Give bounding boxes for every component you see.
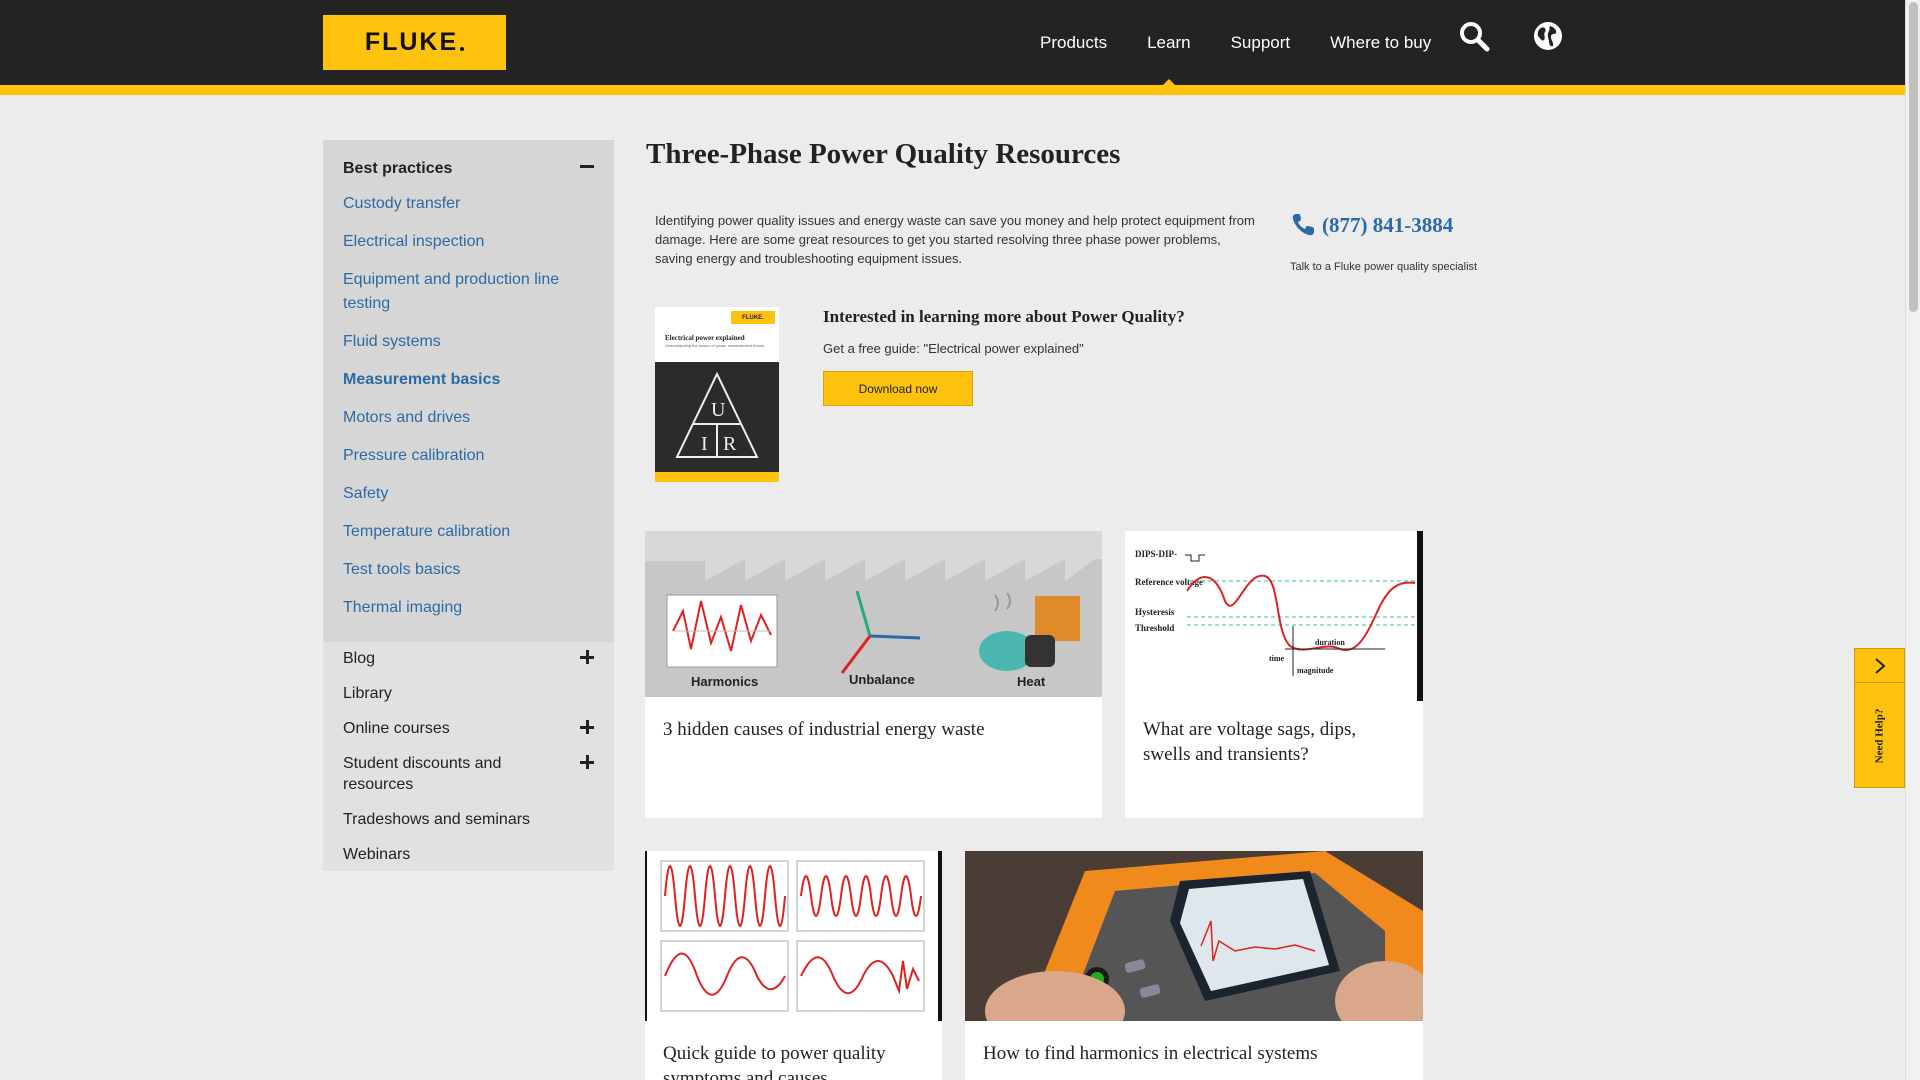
guide-cover-subtitle: Understanding the basics of power measur… (665, 343, 765, 348)
phone-caption: Talk to a Fluke power quality specialist (1290, 261, 1478, 273)
plus-icon[interactable] (580, 755, 594, 769)
logo-dot (460, 46, 465, 51)
sidebar-heading[interactable]: Best practices (343, 160, 594, 178)
nav-products[interactable]: Products (1020, 0, 1127, 85)
plus-icon[interactable] (580, 650, 594, 664)
article-card-voltage-sags[interactable]: DIPS-DIP- Reference voltage Hysteresis T… (1125, 531, 1423, 818)
card-title: What are voltage sags, dips, swells and … (1143, 719, 1357, 765)
page-scrollbar[interactable] (1905, 0, 1920, 1080)
guide-cover-title: Electrical power explained (665, 334, 745, 342)
download-now-button[interactable]: Download now (823, 371, 973, 406)
need-help-label: Need Help? (1857, 687, 1902, 785)
sidebar-top-items: Blog Library Online courses Student disc… (323, 642, 614, 889)
sidebar-item-label: Library (343, 685, 392, 702)
triangle-letter-i: I (701, 433, 708, 455)
guide-cover-image[interactable]: FLUKE. Electrical power explained Unders… (655, 307, 779, 482)
logo-text: FLUKE (364, 28, 459, 56)
nav-learn[interactable]: Learn (1127, 0, 1210, 87)
page-title: Three-Phase Power Quality Resources (646, 138, 1121, 170)
phone-link[interactable]: (877) 841-3884 (1290, 212, 1453, 238)
minus-icon[interactable] (580, 165, 594, 168)
sidebar-item-thermal-imaging[interactable]: Thermal imaging (343, 596, 594, 620)
sidebar-item-motors-and-drives[interactable]: Motors and drives (343, 406, 594, 430)
article-card-power-quality-guide[interactable]: Quick guide to power quality symptoms an… (645, 851, 942, 1080)
need-help-tab[interactable]: Need Help? (1854, 648, 1905, 788)
card-title: How to find harmonics in electrical syst… (983, 1043, 1318, 1064)
plus-icon[interactable] (580, 720, 594, 734)
fluke-logo[interactable]: FLUKE (323, 15, 506, 70)
sidebar-item-pressure-calibration[interactable]: Pressure calibration (343, 444, 594, 468)
article-card-energy-waste[interactable]: Harmonics Unbalance Heat 3 hidden causes… (645, 531, 1102, 818)
card-image (965, 851, 1423, 1021)
sidebar-nav: Best practices Custody transfer Electric… (323, 140, 614, 871)
sidebar-item-webinars[interactable]: Webinars (343, 844, 594, 865)
sidebar-item-equipment-testing[interactable]: Equipment and production line testing (343, 268, 594, 316)
unbalance-label: Unbalance (849, 672, 915, 687)
guide-cover-logo: FLUKE. (731, 311, 775, 324)
harmonics-label: Harmonics (691, 674, 758, 689)
phone-icon (1292, 214, 1314, 236)
main-nav: Products Learn Support Where to buy (1020, 0, 1451, 87)
threshold-label: Threshold (1135, 623, 1174, 633)
scrollbar-thumb[interactable] (1909, 2, 1918, 312)
phone-number: (877) 841-3884 (1322, 212, 1454, 237)
sidebar-item-student-discounts[interactable]: Student discounts and resources (343, 753, 594, 795)
sidebar-item-label: Webinars (343, 846, 411, 863)
sidebar-item-label: Student discounts and resources (343, 755, 502, 793)
reference-voltage-label: Reference voltage (1135, 577, 1203, 587)
sidebar-item-measurement-basics[interactable]: Measurement basics (343, 368, 594, 392)
duration-label: duration (1315, 638, 1345, 647)
sidebar-item-fluid-systems[interactable]: Fluid systems (343, 330, 594, 354)
need-help-text: Need Help? (1873, 708, 1886, 764)
intro-text: Identifying power quality issues and ene… (655, 213, 1255, 266)
dips-label: DIPS-DIP- (1135, 549, 1177, 559)
card-image: Harmonics Unbalance Heat (645, 531, 1102, 697)
nav-where-to-buy[interactable]: Where to buy (1310, 0, 1451, 85)
card-image (645, 851, 942, 1021)
globe-icon[interactable] (1532, 20, 1564, 52)
chevron-right-icon[interactable] (1855, 649, 1904, 683)
nav-support[interactable]: Support (1211, 0, 1311, 85)
sidebar-item-online-courses[interactable]: Online courses (343, 718, 594, 739)
sidebar-item-safety[interactable]: Safety (343, 482, 594, 506)
heat-label: Heat (1017, 674, 1046, 689)
guide-heading: Interested in learning more about Power … (823, 307, 1185, 326)
card-image: DIPS-DIP- Reference voltage Hysteresis T… (1125, 531, 1423, 701)
sidebar-item-temperature-calibration[interactable]: Temperature calibration (343, 520, 594, 544)
sidebar-item-label: Online courses (343, 720, 450, 737)
guide-description: Get a free guide: "Electrical power expl… (823, 341, 1084, 356)
card-title: 3 hidden causes of industrial energy was… (663, 719, 985, 740)
magnitude-label: magnitude (1297, 666, 1334, 675)
search-icon[interactable] (1458, 20, 1490, 52)
article-card-find-harmonics[interactable]: How to find harmonics in electrical syst… (965, 851, 1423, 1080)
sidebar-section-best-practices: Best practices Custody transfer Electric… (323, 140, 614, 642)
sidebar-item-blog[interactable]: Blog (343, 648, 594, 669)
triangle-letter-r: R (723, 433, 737, 455)
sidebar-item-label: Blog (343, 650, 376, 667)
triangle-letter-u: U (711, 399, 726, 421)
sidebar-item-label: Tradeshows and seminars (343, 811, 531, 828)
guide-cover-header: FLUKE. Electrical power explained Unders… (655, 307, 779, 362)
sidebar-item-test-tools-basics[interactable]: Test tools basics (343, 558, 594, 582)
sidebar-item-custody-transfer[interactable]: Custody transfer (343, 192, 594, 216)
site-header: FLUKE Products Learn Support Where to bu… (0, 0, 1905, 87)
sidebar-item-electrical-inspection[interactable]: Electrical inspection (343, 230, 594, 254)
header-accent-stripe (0, 85, 1905, 95)
time-label: time (1269, 654, 1285, 663)
hysteresis-label: Hysteresis (1135, 607, 1175, 617)
sidebar-item-library[interactable]: Library (343, 683, 594, 704)
card-title: Quick guide to power quality symptoms an… (663, 1043, 886, 1080)
sidebar-item-tradeshows[interactable]: Tradeshows and seminars (343, 809, 594, 830)
ohms-law-triangle-illustration: U I R (675, 371, 759, 458)
